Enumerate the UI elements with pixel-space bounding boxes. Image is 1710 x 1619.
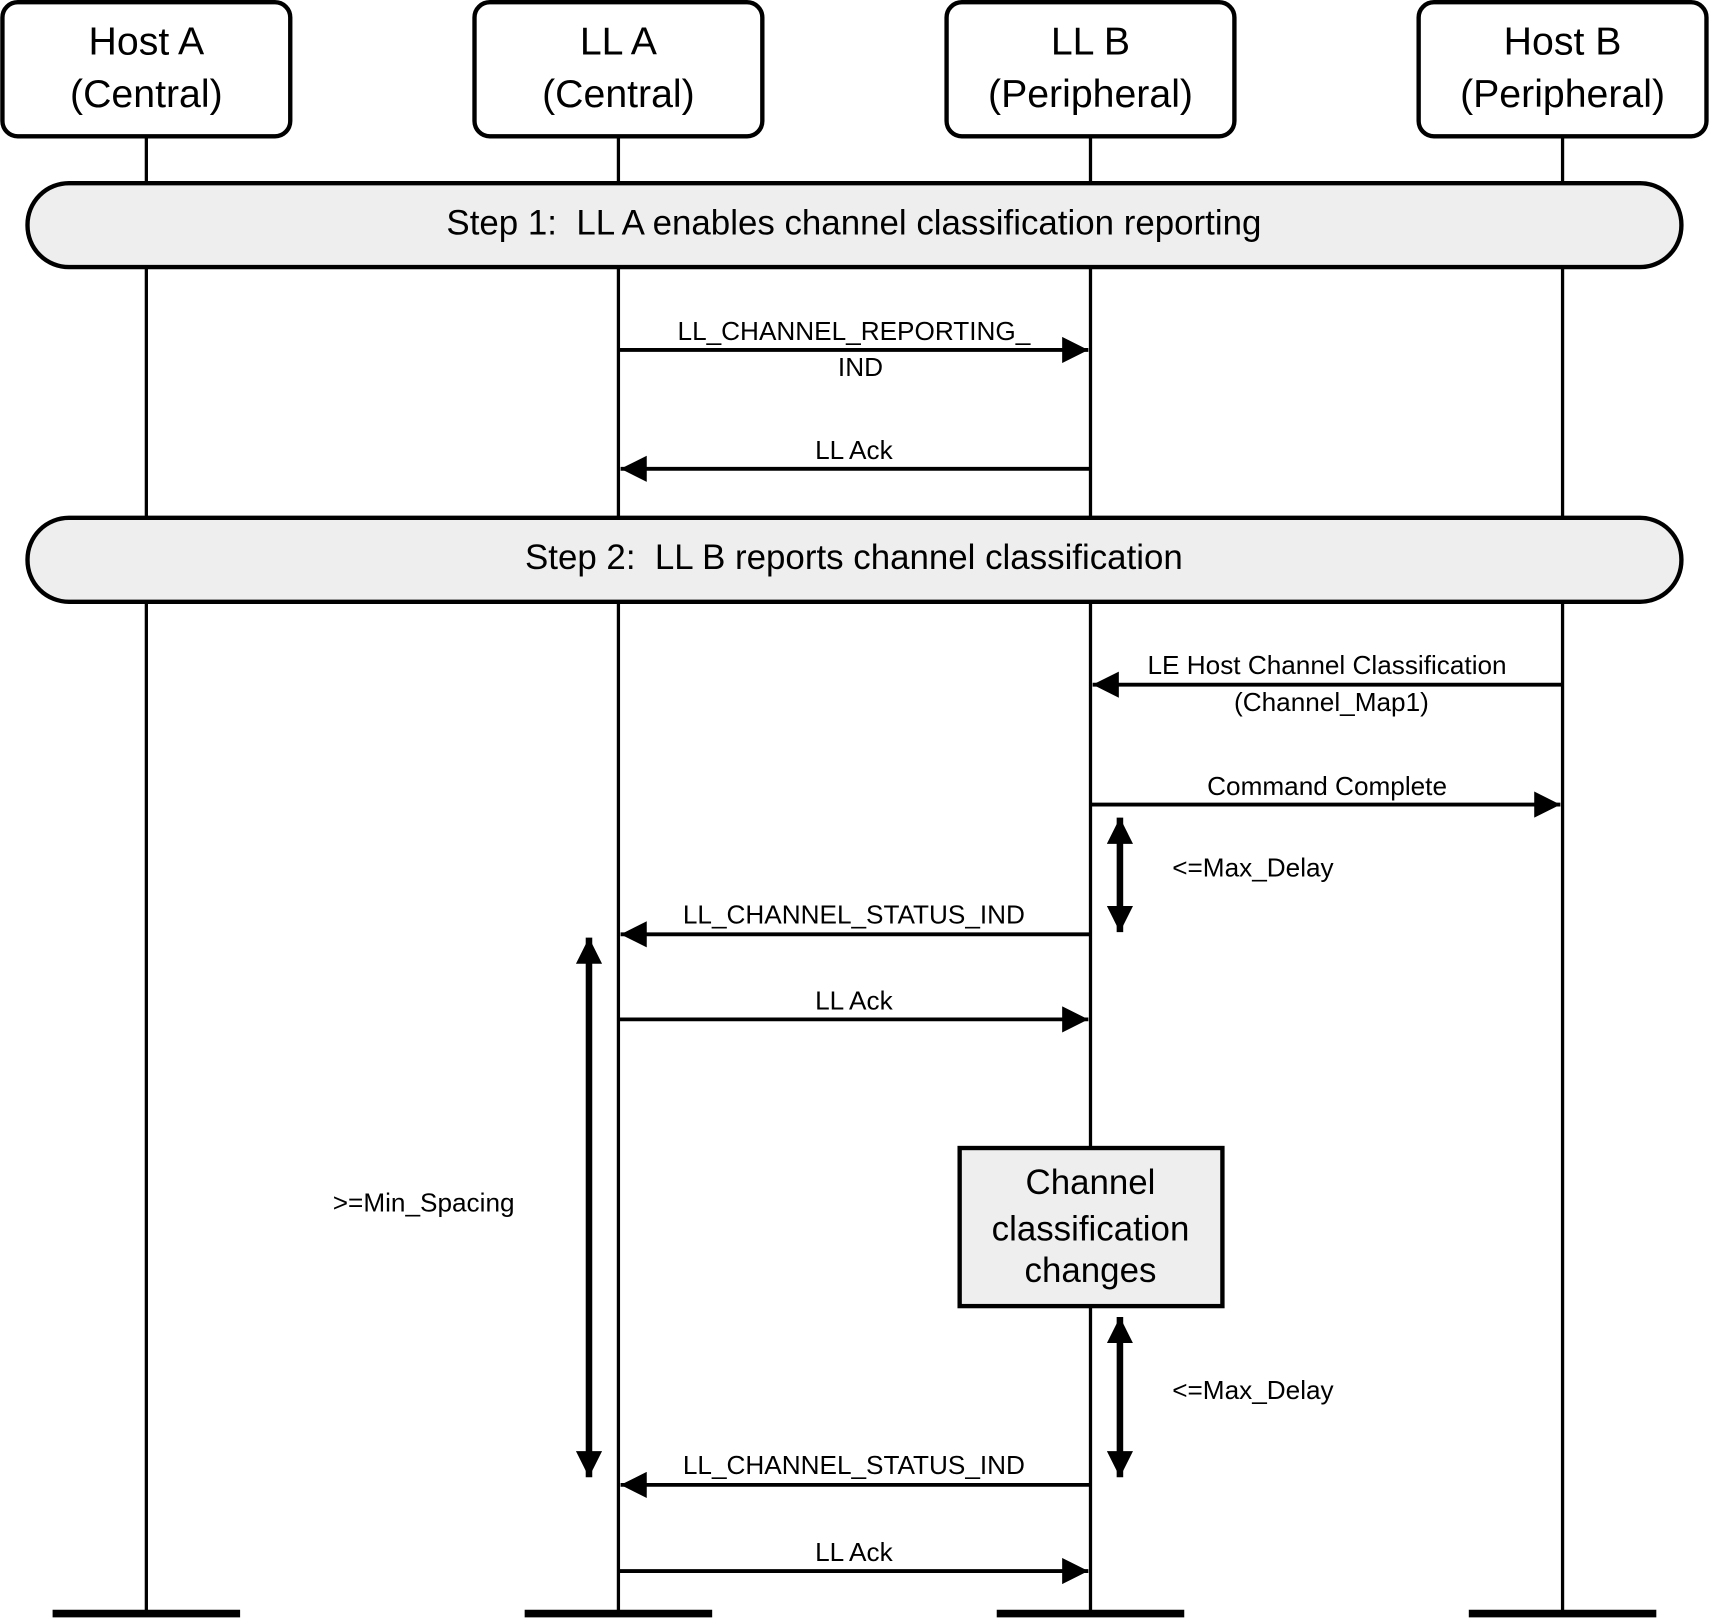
message-command-complete: Command Complete: [1090, 771, 1561, 818]
message-label: LL Ack: [815, 435, 893, 465]
step-label: Step 1: LL A enables channel classificat…: [446, 203, 1261, 242]
participant-role: (Central): [70, 72, 223, 116]
timing-label: >=Min_Spacing: [333, 1187, 515, 1217]
step-2-bar: Step 2: LL B reports channel classificat…: [25, 515, 1684, 604]
participant-name: Host B: [1504, 20, 1622, 64]
participant-role: (Peripheral): [1460, 72, 1665, 116]
message-label: Command Complete: [1207, 771, 1447, 801]
max-delay-constraint-1: <=Max_Delay: [1106, 817, 1335, 933]
participant-ll-b: LL B (Peripheral): [944, 0, 1237, 139]
timing-label: <=Max_Delay: [1172, 1375, 1334, 1405]
message-label: (Channel_Map1): [1234, 687, 1429, 717]
max-delay-constraint-2: <=Max_Delay: [1106, 1317, 1335, 1478]
message-label: LL Ack: [815, 1537, 893, 1567]
message-label: LE Host Channel Classification: [1148, 650, 1507, 680]
message-le-host-channel-classification: LE Host Channel Classification (Channel_…: [1092, 650, 1563, 717]
participant-host-a: Host A (Central): [0, 0, 293, 139]
participant-name: Host A: [89, 20, 205, 64]
message-ll-ack-1: LL Ack: [620, 435, 1091, 482]
sequence-diagram: Host A (Central) LL A (Central) LL B (Pe…: [0, 0, 1709, 1618]
participant-role: (Peripheral): [988, 72, 1193, 116]
message-label: LL Ack: [815, 986, 893, 1016]
message-label: IND: [838, 352, 883, 382]
participant-name: LL A: [580, 20, 658, 64]
message-ll-ack-2: LL Ack: [618, 986, 1089, 1033]
participant-name: LL B: [1051, 20, 1130, 64]
participant-role: (Central): [542, 72, 695, 116]
message-label: LL_CHANNEL_REPORTING_: [678, 316, 1031, 346]
message-ll-ack-3: LL Ack: [618, 1537, 1089, 1585]
step-label: Step 2: LL B reports channel classificat…: [525, 538, 1183, 577]
message-label: LL_CHANNEL_STATUS_IND: [683, 899, 1025, 929]
min-spacing-constraint: >=Min_Spacing: [333, 937, 603, 1478]
message-label: LL_CHANNEL_STATUS_IND: [683, 1450, 1025, 1480]
event-label: classification: [992, 1210, 1190, 1249]
channel-classification-changes-box: Channel classification changes: [957, 1145, 1225, 1309]
event-label: changes: [1025, 1251, 1157, 1290]
timing-label: <=Max_Delay: [1172, 853, 1334, 883]
event-label: Channel: [1026, 1163, 1156, 1202]
step-1-bar: Step 1: LL A enables channel classificat…: [25, 180, 1684, 270]
message-channel-reporting-ind: LL_CHANNEL_REPORTING_ IND: [618, 316, 1089, 382]
message-channel-status-ind-1: LL_CHANNEL_STATUS_IND: [620, 899, 1091, 948]
message-channel-status-ind-2: LL_CHANNEL_STATUS_IND: [620, 1450, 1091, 1498]
participant-host-b: Host B (Peripheral): [1416, 0, 1709, 139]
participant-ll-a: LL A (Central): [472, 0, 765, 139]
